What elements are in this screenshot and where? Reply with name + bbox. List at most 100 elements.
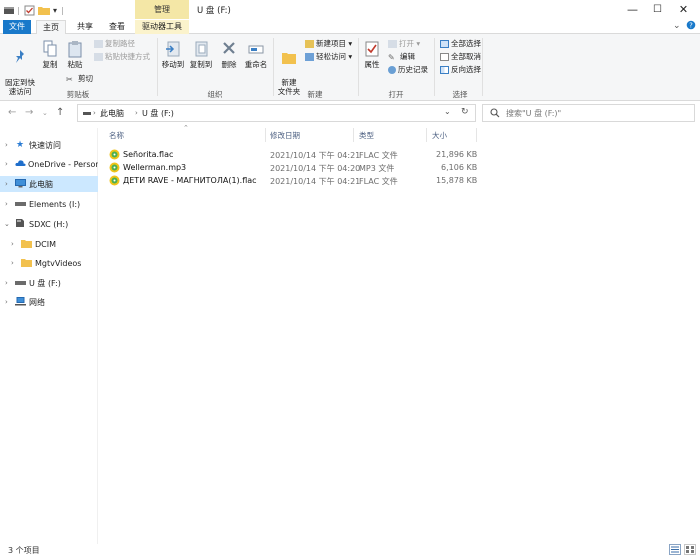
rename-button[interactable]: 重命名 [242,40,270,69]
edit-button[interactable]: ✎ 编辑 [388,52,415,62]
tab-drive-tools[interactable]: 驱动器工具 [135,20,189,34]
minimize-button[interactable]: — [620,0,645,20]
paste-shortcut-button[interactable]: 粘贴快捷方式 [94,52,150,62]
search-placeholder: 搜索"U 盘 (F:)" [506,109,562,118]
tab-file[interactable]: 文件 [3,20,31,34]
file-date: 2021/10/14 下午 04:21 [270,177,361,186]
breadcrumb-drive[interactable]: U 盘 (F:) [142,108,174,119]
copy-icon [43,40,57,57]
column-header-name[interactable]: 名称 [109,130,124,141]
search-icon [490,108,500,120]
chevron-right-icon[interactable]: › [11,259,14,267]
paste-button[interactable]: 粘贴 [64,40,86,69]
back-arrow-icon[interactable]: ← [8,107,16,118]
tab-share[interactable]: 共享 [71,20,99,34]
audio-file-icon [109,175,120,188]
audio-file-icon [109,162,120,175]
chevron-right-icon[interactable]: › [11,240,14,248]
file-date: 2021/10/14 下午 04:20 [270,164,361,173]
chevron-down-icon[interactable]: ⌄ [4,220,10,228]
tab-home[interactable]: 主页 [36,20,66,35]
invert-selection-button[interactable]: 反向选择 [440,65,481,75]
column-divider[interactable] [426,128,427,142]
nav-item-onedrive[interactable]: › OneDrive - Personal [0,156,98,172]
sort-ascending-icon: ⌃ [183,124,189,132]
new-folder-qa-icon[interactable] [38,3,50,17]
history-button[interactable]: 历史记录 [388,65,428,75]
copy-button[interactable]: 复制 [40,40,60,69]
group-divider [157,38,158,96]
help-icon[interactable]: ? [686,20,696,33]
collapse-ribbon-icon[interactable]: ⌄ [673,21,681,31]
details-view-icon[interactable] [669,544,681,555]
new-folder-button[interactable]: 新建 文件夹 [276,40,302,96]
window-title: U 盘 (F:) [197,6,231,16]
select-none-button[interactable]: 全部取消 [440,52,481,62]
column-header-size[interactable]: 大小 [432,130,447,141]
manage-context-tab[interactable]: 管理 [135,0,189,19]
group-label-new: 新建 [307,90,323,99]
recent-locations-icon[interactable]: ⌄ [42,109,48,117]
delete-x-icon [223,42,235,54]
breadcrumb-separator-icon: › [93,109,96,117]
nav-item-u-drive[interactable]: › U 盘 (F:) [0,275,98,291]
chevron-right-icon[interactable]: › [5,141,8,149]
properties-qa-icon[interactable] [24,3,35,17]
separator-icon: | [17,5,20,15]
nav-item-sdxc-drive[interactable]: ⌄ SDXC (H:) [0,216,98,232]
open-button[interactable]: 打开 ▾ [388,39,420,49]
column-divider[interactable] [265,128,266,142]
customize-qa-icon[interactable]: ▾ [53,3,57,17]
tab-view[interactable]: 查看 [103,20,131,34]
folder-icon [21,258,33,269]
close-button[interactable]: ✕ [671,0,696,20]
invert-selection-icon [440,66,449,74]
group-divider [358,38,359,96]
chevron-right-icon[interactable]: › [5,180,8,188]
new-folder-icon [282,53,296,64]
delete-button[interactable]: 删除 [218,40,240,69]
nav-item-dcim-folder[interactable]: › DCIM [0,236,98,252]
cloud-icon [15,159,26,169]
up-arrow-icon[interactable]: ↑ [56,107,64,118]
file-row[interactable]: Señorita.flac 2021/10/14 下午 04:21 FLAC 文… [100,149,480,162]
move-to-button[interactable]: 移动到 [160,40,186,69]
copy-path-button[interactable]: 复制路径 [94,39,135,49]
file-row[interactable]: Wellerman.mp3 2021/10/14 下午 04:20 MP3 文件… [100,162,480,175]
address-bar[interactable]: › 此电脑 › U 盘 (F:) ⌄ ↻ [77,104,476,122]
address-dropdown-icon[interactable]: ⌄ [444,107,451,116]
maximize-button[interactable]: ☐ [645,0,670,20]
properties-button[interactable]: 属性 [362,40,382,69]
move-to-icon [166,41,180,57]
column-divider[interactable] [476,128,477,142]
chevron-right-icon[interactable]: › [5,160,8,168]
large-icons-view-icon[interactable] [684,544,696,555]
chevron-right-icon[interactable]: › [5,279,8,287]
nav-item-quick-access[interactable]: › ★ 快速访问 [0,137,98,153]
explorer-app-icon[interactable] [4,3,14,17]
pin-icon [16,50,24,63]
column-divider[interactable] [353,128,354,142]
nav-item-this-pc[interactable]: › 此电脑 [0,176,98,192]
column-header-date[interactable]: 修改日期 [270,130,300,141]
chevron-right-icon[interactable]: › [5,200,8,208]
column-header-type[interactable]: 类型 [359,130,374,141]
refresh-icon[interactable]: ↻ [461,107,469,117]
new-item-button[interactable]: 新建项目 ▾ [305,39,352,49]
nav-item-network[interactable]: › 网络 [0,294,98,310]
copy-to-button[interactable]: 复制到 [188,40,214,69]
cut-button[interactable]: ✂ 剪切 [66,74,93,84]
chevron-right-icon[interactable]: › [5,298,8,306]
select-all-button[interactable]: 全部选择 [440,39,481,49]
nav-item-elements-drive[interactable]: › Elements (I:) [0,196,98,212]
nav-item-mgtvvideos-folder[interactable]: › MgtvVideos [0,255,98,271]
file-row[interactable]: ДЕТИ RAVE - МАГНИТОЛА(1).flac 2021/10/14… [100,175,480,188]
ribbon: 固定到快 速访问 复制 粘贴 复制路径 粘贴快捷方式 ✂ 剪切 剪贴板 移动到 复… [0,34,700,101]
group-label-organize: 组织 [207,90,223,99]
easy-access-button[interactable]: 轻松访问 ▾ [305,52,352,62]
search-box[interactable]: 搜索"U 盘 (F:)" [482,104,695,122]
pin-quick-access-button[interactable]: 固定到快 速访问 [4,40,36,96]
file-size: 21,896 KB [436,150,478,159]
forward-arrow-icon[interactable]: → [25,107,33,118]
breadcrumb-this-pc[interactable]: 此电脑 [100,108,124,119]
